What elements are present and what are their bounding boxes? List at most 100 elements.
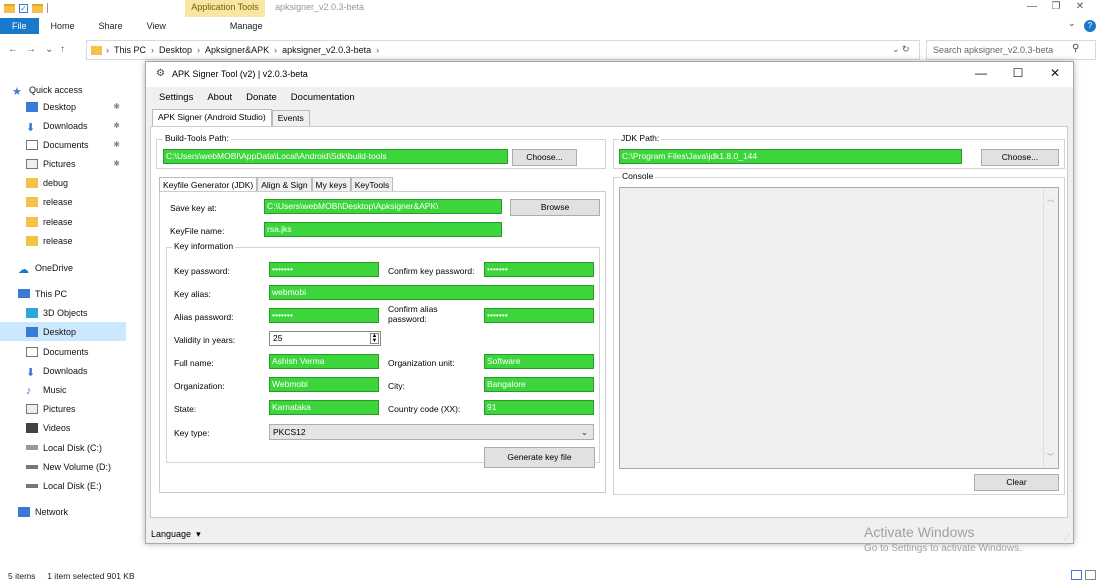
- new-folder-icon[interactable]: [32, 3, 43, 13]
- tab-apk-signer[interactable]: APK Signer (Android Studio): [152, 109, 272, 126]
- tab-view[interactable]: View: [135, 18, 178, 34]
- nav-new-volume-d[interactable]: New Volume (D:): [26, 457, 126, 476]
- nav-downloads[interactable]: ⬇ Downloads ✱: [26, 116, 126, 135]
- nav-onedrive[interactable]: ☁ OneDrive: [18, 258, 126, 277]
- alias-password-field[interactable]: •••••••: [269, 308, 379, 323]
- organization-label: Organization:: [174, 381, 225, 391]
- breadcrumb-current[interactable]: apksigner_v2.0.3-beta: [282, 45, 371, 55]
- key-alias-field[interactable]: webmobi: [269, 285, 594, 300]
- build-tools-path-field[interactable]: C:\Users\webMOBI\AppData\Local\Android\S…: [163, 149, 508, 164]
- country-code-field[interactable]: 91: [484, 400, 594, 415]
- tab-my-keys[interactable]: My keys: [311, 177, 351, 192]
- back-icon[interactable]: ←: [8, 44, 18, 55]
- tab-home[interactable]: Home: [39, 18, 87, 34]
- nav-desktop[interactable]: Desktop ✱: [26, 97, 126, 116]
- validity-spinner[interactable]: 25 ▲ ▼: [269, 331, 381, 346]
- address-dropdown-icon[interactable]: ⌄ ↻: [892, 44, 910, 55]
- application-tools-context-tab[interactable]: Application Tools: [185, 0, 265, 17]
- city-field[interactable]: Bangalore: [484, 377, 594, 392]
- breadcrumb-this-pc[interactable]: This PC: [114, 45, 146, 55]
- computer-icon: [18, 289, 30, 298]
- scroll-down-icon[interactable]: ﹀: [1047, 452, 1054, 462]
- resize-grip-icon[interactable]: ⋰: [1064, 534, 1070, 541]
- tab-keyfile-generator[interactable]: Keyfile Generator (JDK): [159, 177, 258, 192]
- keyfile-name-field[interactable]: rsa.jks: [264, 222, 502, 237]
- menu-settings[interactable]: Settings: [152, 92, 200, 103]
- maximize-icon[interactable]: ☐: [1003, 66, 1033, 80]
- org-unit-field[interactable]: Software: [484, 354, 594, 369]
- build-tools-label: Build-Tools Path:: [163, 133, 231, 143]
- folder-icon[interactable]: [4, 3, 15, 13]
- nav-local-disk-c[interactable]: Local Disk (C:): [26, 438, 126, 457]
- chevron-down-icon[interactable]: ⌄: [45, 44, 53, 55]
- nav-folder-release[interactable]: release: [26, 192, 126, 211]
- large-icons-view-icon[interactable]: [1085, 570, 1096, 580]
- choose-jdk-button[interactable]: Choose...: [981, 149, 1059, 166]
- confirm-alias-password-field[interactable]: •••••••: [484, 308, 594, 323]
- full-name-field[interactable]: Ashish Verma: [269, 354, 379, 369]
- nav-local-disk-e[interactable]: Local Disk (E:): [26, 476, 126, 495]
- generate-key-file-button[interactable]: Generate key file: [484, 447, 595, 468]
- menu-about[interactable]: About: [200, 92, 239, 103]
- nav-pictures[interactable]: Pictures ✱: [26, 154, 126, 173]
- nav-folder-debug[interactable]: debug: [26, 173, 126, 192]
- spinner-arrows-icon[interactable]: ▲ ▼: [370, 333, 379, 344]
- close-icon[interactable]: ✕: [1040, 66, 1070, 80]
- console-scrollbar[interactable]: ︿ ﹀: [1043, 188, 1058, 468]
- nav-label: Desktop: [43, 101, 77, 112]
- browse-button[interactable]: Browse: [510, 199, 600, 216]
- details-view-icon[interactable]: [1071, 570, 1082, 580]
- jdk-path-field[interactable]: C:\Program Files\Java\jdk1.8.0_144: [619, 149, 962, 164]
- nav-documents[interactable]: Documents ✱: [26, 135, 126, 154]
- breadcrumb-apksigner[interactable]: Apksigner&APK: [205, 45, 269, 55]
- nav-folder-release[interactable]: release: [26, 231, 126, 250]
- tab-align-sign[interactable]: Align & Sign: [257, 177, 312, 192]
- nav-downloads-pc[interactable]: ⬇ Downloads: [26, 361, 126, 380]
- up-icon[interactable]: ↑: [60, 44, 65, 55]
- restore-icon[interactable]: ❐: [1044, 0, 1068, 17]
- desktop-icon: [26, 326, 38, 337]
- nav-videos[interactable]: Videos: [26, 418, 126, 437]
- tab-file[interactable]: File: [0, 18, 39, 34]
- scroll-up-icon[interactable]: ︿: [1047, 194, 1054, 204]
- forward-icon[interactable]: →: [26, 44, 36, 55]
- nav-folder-release[interactable]: release: [26, 212, 126, 231]
- key-type-select[interactable]: PKCS12 ⌄: [269, 424, 594, 440]
- key-password-field[interactable]: •••••••: [269, 262, 379, 277]
- state-field[interactable]: Karnataka: [269, 400, 379, 415]
- language-menu[interactable]: Language ▾: [151, 529, 201, 540]
- save-key-field[interactable]: C:\Users\webMOBI\Desktop\Apksigner&APK\: [264, 199, 502, 214]
- document-icon: [26, 139, 38, 150]
- minimize-icon[interactable]: —: [1020, 0, 1044, 17]
- choose-build-tools-button[interactable]: Choose...: [512, 149, 577, 166]
- nav-music[interactable]: ♪ Music: [26, 380, 126, 399]
- nav-this-pc[interactable]: This PC: [18, 284, 126, 303]
- tab-share[interactable]: Share: [87, 18, 135, 34]
- clear-button[interactable]: Clear: [974, 474, 1059, 491]
- breadcrumb-separator: ›: [151, 45, 155, 55]
- console-output[interactable]: ︿ ﹀: [619, 187, 1059, 469]
- nav-pictures-pc[interactable]: Pictures: [26, 399, 126, 418]
- close-icon[interactable]: ✕: [1068, 0, 1092, 17]
- properties-check-icon[interactable]: ✓: [19, 3, 28, 13]
- chevron-down-icon[interactable]: ⌄: [1068, 18, 1076, 29]
- nav-3d-objects[interactable]: 3D Objects: [26, 303, 126, 322]
- confirm-key-password-field[interactable]: •••••••: [484, 262, 594, 277]
- search-icon[interactable]: ⚲: [1072, 43, 1079, 54]
- nav-documents-pc[interactable]: Documents: [26, 342, 126, 361]
- tab-events[interactable]: Events: [271, 110, 310, 126]
- nav-label: Pictures: [43, 403, 76, 414]
- nav-desktop-selected[interactable]: Desktop: [0, 322, 126, 341]
- menu-documentation[interactable]: Documentation: [284, 92, 362, 103]
- help-icon[interactable]: ?: [1084, 20, 1096, 32]
- minimize-icon[interactable]: —: [966, 66, 996, 80]
- tab-manage[interactable]: Manage: [218, 18, 275, 34]
- confirm-key-password-label: Confirm key password:: [388, 266, 475, 276]
- tab-keytools[interactable]: KeyTools: [350, 177, 394, 192]
- address-bar[interactable]: › This PC › Desktop › Apksigner&APK › ap…: [86, 40, 920, 60]
- organization-field[interactable]: Webmobi: [269, 377, 379, 392]
- search-input[interactable]: Search apksigner_v2.0.3-beta: [926, 40, 1096, 60]
- breadcrumb-desktop[interactable]: Desktop: [159, 45, 192, 55]
- menu-donate[interactable]: Donate: [239, 92, 284, 103]
- nav-network[interactable]: Network: [18, 502, 126, 521]
